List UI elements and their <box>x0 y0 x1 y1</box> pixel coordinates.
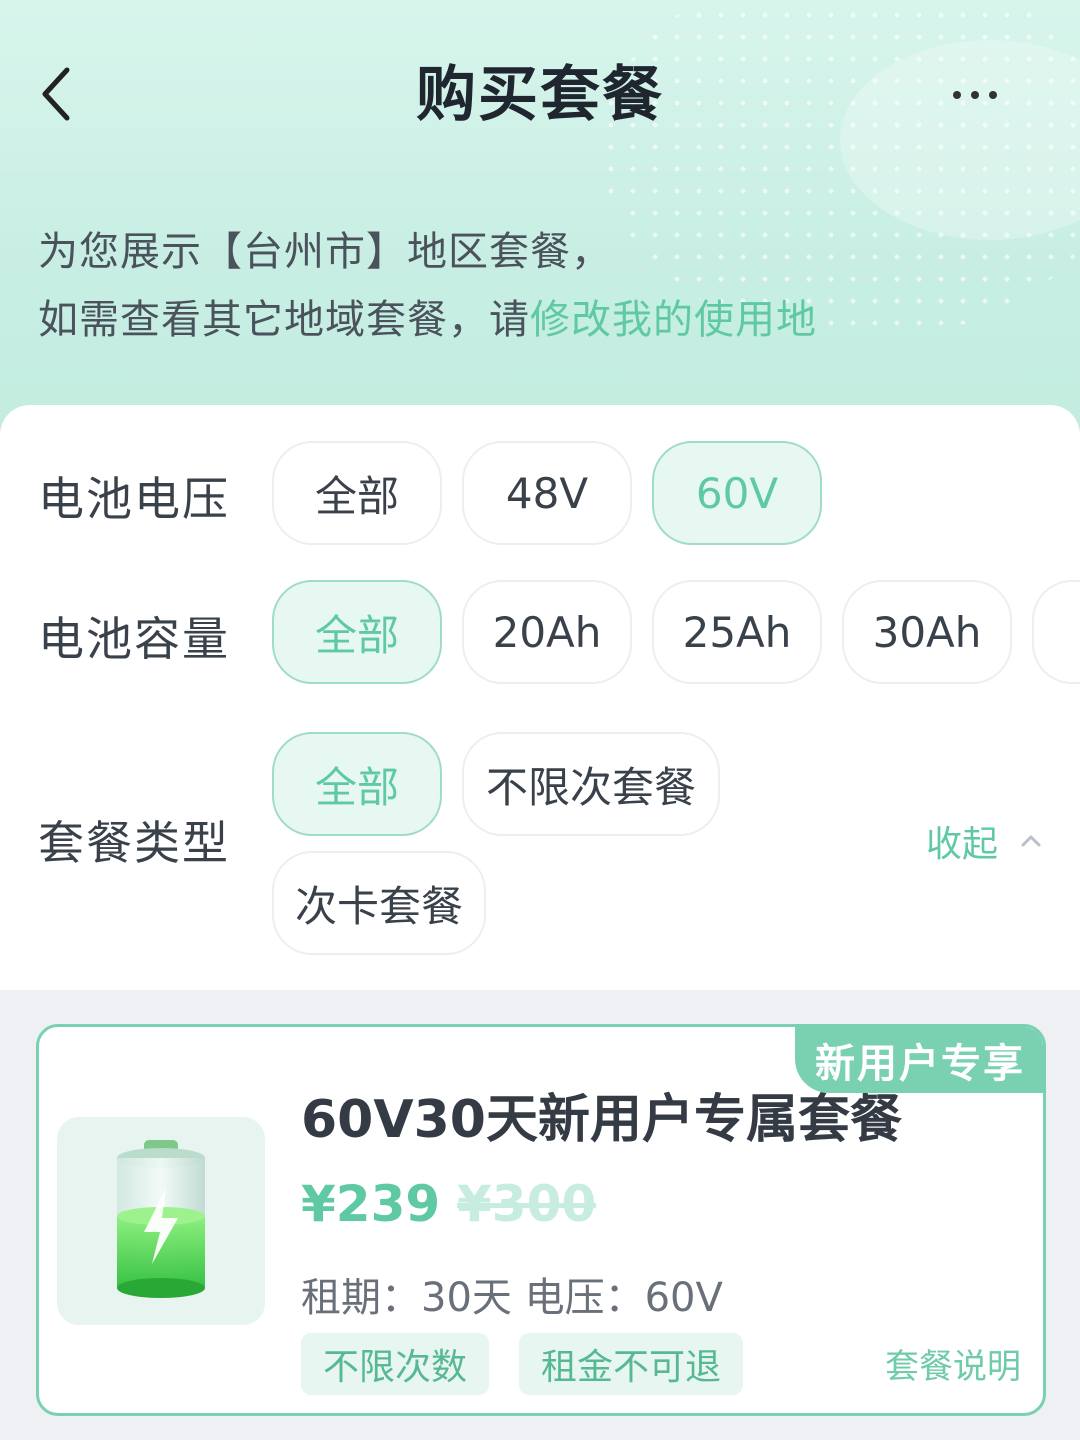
filter-panel: 电池电压 全部 48V 60V 电池容量 全部 20Ah 25Ah 30Ah 套… <box>0 405 1080 990</box>
region-line-1: 为您展示【台州市】地区套餐， <box>38 229 612 275</box>
package-type-chip-count-card[interactable]: 次卡套餐 <box>272 851 486 955</box>
collapse-label: 收起 <box>925 824 998 865</box>
new-user-badge: 新用户专享 <box>795 1027 1043 1093</box>
region-line-2: 如需查看其它地域套餐，请修改我的使用地 <box>38 286 817 354</box>
tag-non-refundable: 租金不可退 <box>519 1333 744 1395</box>
voltage-chip-60v[interactable]: 60V <box>652 441 822 545</box>
capacity-chip-20ah[interactable]: 20Ah <box>462 580 632 684</box>
chevron-left-icon <box>42 67 70 121</box>
capacity-chip-30ah[interactable]: 30Ah <box>842 580 1012 684</box>
change-region-link[interactable]: 修改我的使用地 <box>530 297 817 343</box>
voltage-filter-label: 电池电压 <box>38 472 230 526</box>
package-detail-link[interactable]: 套餐说明 <box>885 1339 1021 1388</box>
voltage-chip-48v[interactable]: 48V <box>462 441 632 545</box>
capacity-chip-overflow[interactable] <box>1032 580 1080 684</box>
package-card[interactable]: 60V30天新用户专属套餐 新用户专享 ¥239 ¥300 租期：30天 电压：… <box>36 1024 1046 1416</box>
collapse-filters-button[interactable]: 收起 <box>926 815 1042 867</box>
more-options-button[interactable] <box>930 70 1020 120</box>
capacity-chip-all[interactable]: 全部 <box>272 580 442 684</box>
more-dot-icon <box>989 91 997 99</box>
capacity-chip-25ah[interactable]: 25Ah <box>652 580 822 684</box>
nav-bar: 购买套餐 <box>0 40 1080 150</box>
more-dot-icon <box>953 91 961 99</box>
page-title: 购买套餐 <box>416 60 664 130</box>
package-type-filter-label: 套餐类型 <box>38 816 230 870</box>
voltage-chip-all[interactable]: 全部 <box>272 441 442 545</box>
package-spec: 租期：30天 电压：60V <box>301 1275 723 1321</box>
back-button[interactable] <box>26 54 86 134</box>
package-original-price: ¥300 <box>457 1175 597 1233</box>
battery-charging-icon <box>117 1140 205 1298</box>
capacity-filter-label: 电池容量 <box>38 612 230 666</box>
region-line-2-text: 如需查看其它地域套餐，请 <box>38 297 530 343</box>
package-type-chip-unlimited[interactable]: 不限次套餐 <box>462 732 720 836</box>
chevron-up-icon <box>1021 835 1041 847</box>
package-price: ¥239 <box>301 1175 441 1233</box>
more-dot-icon <box>971 91 979 99</box>
package-thumbnail <box>57 1117 265 1325</box>
tag-unlimited-count: 不限次数 <box>301 1333 490 1395</box>
region-notice: 为您展示【台州市】地区套餐， 如需查看其它地域套餐，请修改我的使用地 <box>38 218 817 354</box>
package-type-chip-all[interactable]: 全部 <box>272 732 442 836</box>
